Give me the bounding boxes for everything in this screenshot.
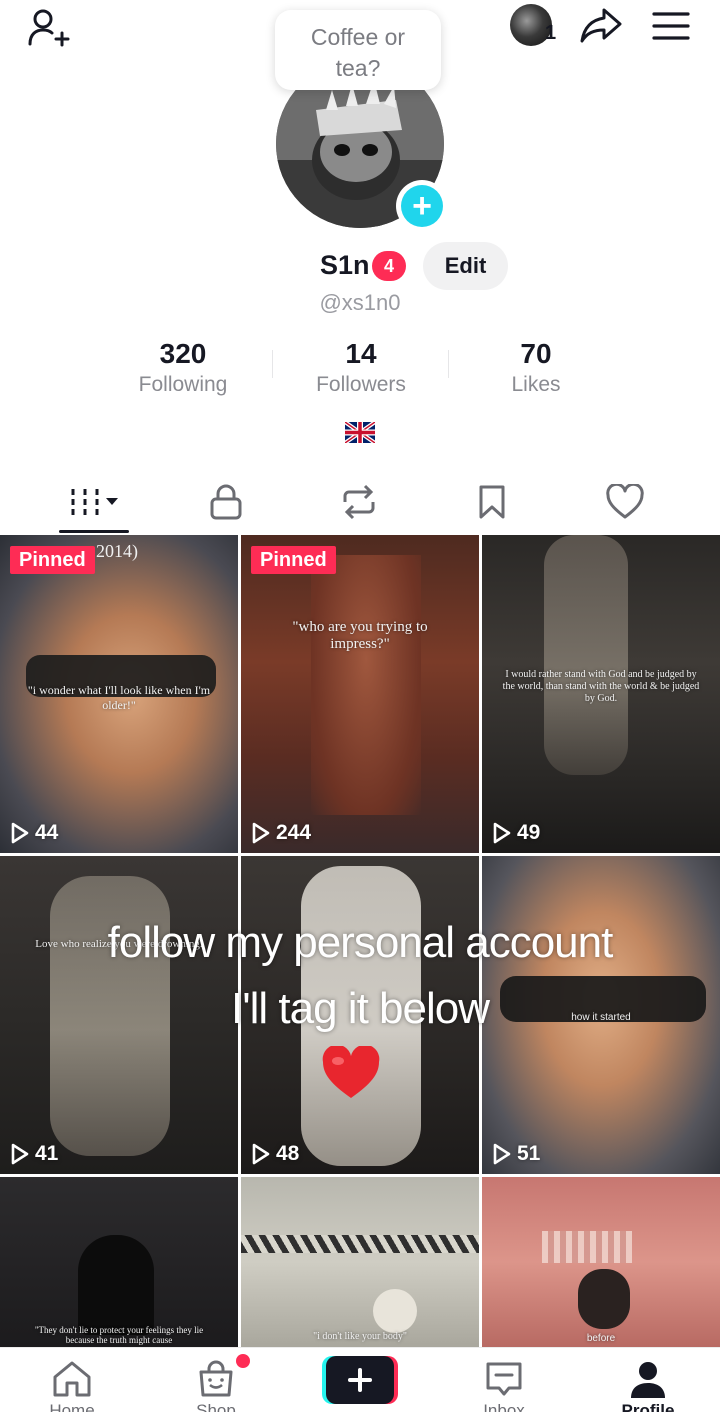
thumb-caption: "They don't lie to protect your feelings… bbox=[34, 1325, 204, 1345]
nav-home[interactable]: Home bbox=[0, 1348, 144, 1412]
nav-shop[interactable]: Shop bbox=[144, 1348, 288, 1412]
thumb-year-text: 2014) bbox=[96, 541, 138, 561]
profile-handle: @xs1n0 bbox=[319, 290, 401, 315]
note-line-2: tea? bbox=[335, 55, 381, 81]
view-count-value: 49 bbox=[517, 821, 541, 844]
profile-icon bbox=[631, 1362, 665, 1398]
tab-reposts[interactable] bbox=[329, 474, 389, 530]
view-count-value: 48 bbox=[276, 1142, 300, 1165]
videos-grid-icon bbox=[71, 489, 118, 515]
video-thumbnail[interactable]: 2014) "i wonder what I'll look like when… bbox=[0, 535, 238, 853]
play-icon bbox=[493, 822, 511, 844]
overlay-text-line-1: follow my personal account bbox=[107, 918, 614, 967]
stat-label: Followers bbox=[316, 373, 406, 396]
view-count: 44 bbox=[10, 821, 58, 845]
view-count-value: 44 bbox=[35, 821, 59, 844]
play-icon bbox=[11, 1143, 29, 1165]
nav-inbox[interactable]: Inbox bbox=[432, 1348, 576, 1412]
video-thumbnail[interactable]: "They don't lie to protect your feelings… bbox=[0, 1177, 238, 1347]
lock-icon bbox=[210, 484, 242, 520]
video-thumbnail[interactable]: I would rather stand with God and be jud… bbox=[482, 535, 720, 853]
pinned-badge: Pinned bbox=[251, 546, 336, 574]
view-count-value: 244 bbox=[276, 821, 312, 844]
stat-value: 14 bbox=[345, 338, 377, 369]
profile-stats: 320 Following 14 Followers 70 Likes bbox=[0, 338, 720, 400]
stat-label: Likes bbox=[511, 373, 561, 396]
view-count: 49 bbox=[492, 821, 540, 845]
play-icon bbox=[252, 1143, 270, 1165]
profile-username: S1n bbox=[320, 250, 370, 280]
name-row: S1n bbox=[0, 244, 720, 290]
view-count: 41 bbox=[10, 1142, 58, 1166]
view-count-value: 41 bbox=[35, 1142, 59, 1165]
stat-following[interactable]: 320 Following bbox=[103, 338, 263, 400]
active-tab-indicator bbox=[59, 530, 129, 533]
view-count: 244 bbox=[251, 821, 311, 845]
repost-icon bbox=[343, 484, 375, 520]
grid-divider bbox=[0, 1174, 720, 1177]
stat-value: 70 bbox=[520, 338, 552, 369]
play-icon bbox=[493, 1143, 511, 1165]
add-story-button[interactable]: + bbox=[396, 180, 448, 232]
view-count-value: 51 bbox=[517, 1142, 541, 1165]
nav-profile[interactable]: Profile bbox=[576, 1348, 720, 1412]
home-icon bbox=[53, 1361, 91, 1397]
profile-note-bubble[interactable]: Coffee or tea? bbox=[275, 10, 441, 90]
pinned-badge: Pinned bbox=[10, 546, 95, 574]
thumb-caption: "i wonder what I'll look like when I'm o… bbox=[27, 683, 211, 712]
video-thumbnail[interactable]: before bbox=[482, 1177, 720, 1347]
overlay-text-line-2: I'll tag it below bbox=[231, 984, 490, 1033]
shop-icon bbox=[199, 1360, 233, 1397]
add-user-icon[interactable] bbox=[26, 6, 72, 52]
profile-tabs bbox=[0, 474, 720, 534]
stat-followers[interactable]: 14 Followers bbox=[281, 338, 441, 400]
create-icon[interactable] bbox=[322, 1356, 398, 1404]
stat-label: Following bbox=[138, 373, 228, 396]
tab-favorites[interactable] bbox=[462, 474, 522, 530]
play-icon bbox=[11, 822, 29, 844]
uk-flag-icon bbox=[345, 422, 375, 443]
red-heart-icon bbox=[322, 1046, 380, 1098]
note-line-1: Coffee or bbox=[310, 24, 406, 50]
bookmark-icon bbox=[479, 485, 505, 519]
tab-videos[interactable] bbox=[59, 474, 129, 530]
thumb-caption: before bbox=[586, 1333, 616, 1344]
stat-value: 320 bbox=[159, 338, 207, 369]
stat-divider bbox=[272, 350, 273, 378]
inbox-icon bbox=[486, 1362, 522, 1396]
stat-divider bbox=[448, 350, 449, 378]
nav-label: Profile bbox=[621, 1401, 675, 1412]
view-count: 51 bbox=[492, 1142, 540, 1166]
shop-notification-dot bbox=[236, 1354, 250, 1368]
notification-badge: 4 bbox=[372, 251, 406, 281]
heart-outline-icon bbox=[606, 484, 644, 519]
video-thumbnail[interactable]: "i don't like your body" bbox=[241, 1177, 479, 1347]
share-icon[interactable] bbox=[578, 6, 624, 46]
stat-likes[interactable]: 70 Likes bbox=[456, 338, 616, 400]
video-thumbnail[interactable]: "who are you trying to impress?" Pinned … bbox=[241, 535, 479, 853]
tab-private[interactable] bbox=[196, 474, 256, 530]
nav-label: Home bbox=[49, 1401, 95, 1412]
thumb-caption: "i don't like your body" bbox=[313, 1331, 407, 1342]
play-icon bbox=[252, 822, 270, 844]
view-count: 48 bbox=[251, 1142, 299, 1166]
hamburger-icon[interactable] bbox=[650, 8, 692, 44]
story-count: 1 bbox=[545, 22, 557, 44]
nav-label: Shop bbox=[196, 1401, 236, 1412]
tab-liked[interactable] bbox=[595, 474, 655, 530]
thumb-caption: I would rather stand with God and be jud… bbox=[502, 669, 700, 704]
edit-profile-button[interactable]: Edit bbox=[423, 242, 508, 290]
grid-divider bbox=[0, 853, 720, 856]
thumb-caption: "who are you trying to impress?" bbox=[292, 619, 428, 652]
plus-icon: + bbox=[401, 185, 443, 227]
nav-label: Inbox bbox=[483, 1401, 525, 1412]
